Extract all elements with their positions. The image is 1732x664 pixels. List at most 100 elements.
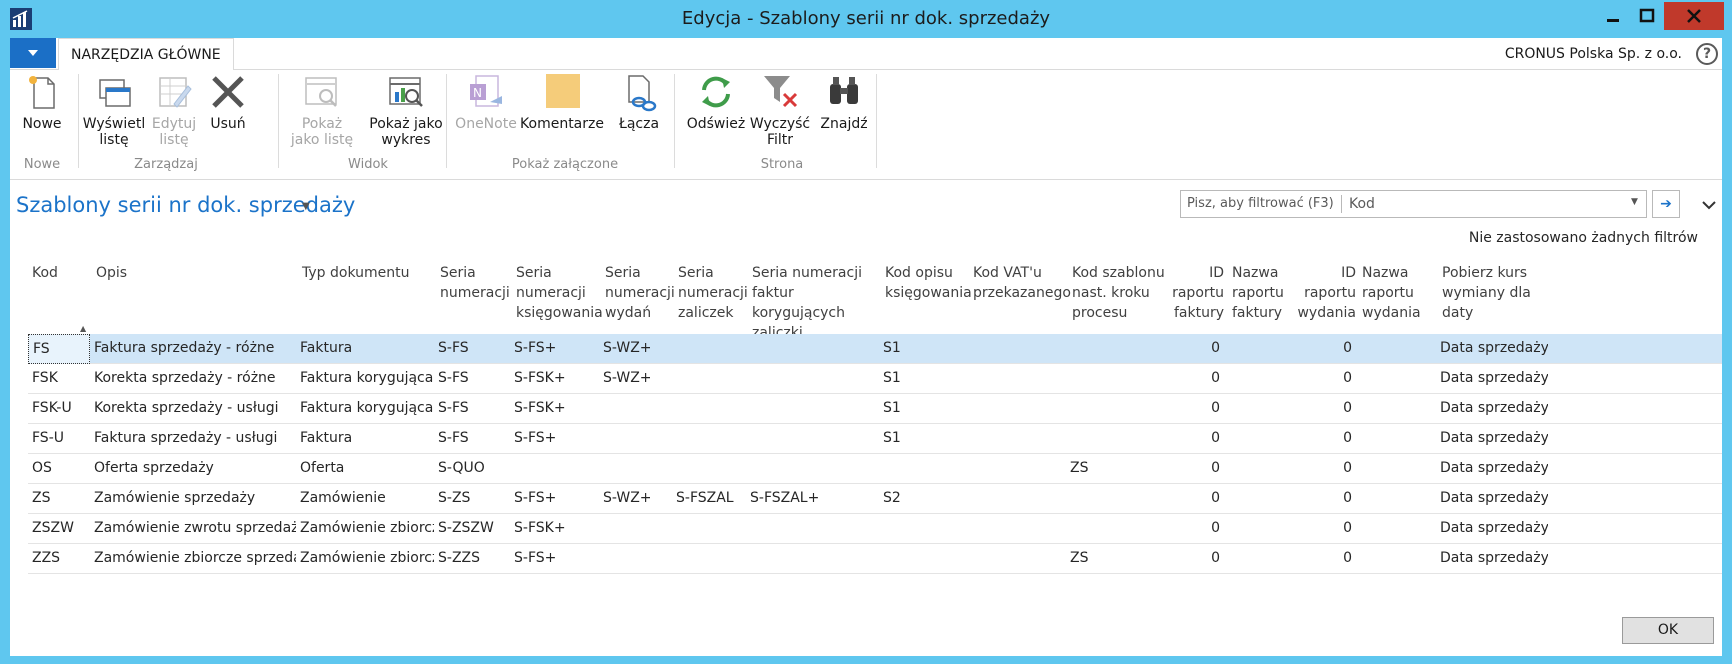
table-cell[interactable]: S-FSK+	[512, 514, 599, 544]
table-cell[interactable]	[881, 544, 967, 574]
table-cell[interactable]	[881, 514, 967, 544]
table-cell[interactable]	[748, 424, 879, 454]
table-cell[interactable]: S1	[881, 424, 967, 454]
table-cell[interactable]: 0	[1298, 484, 1352, 514]
table-row[interactable]: FSK Korekta sprzedaży - różne Faktura kory…	[28, 364, 1722, 394]
table-cell[interactable]: S2	[881, 484, 967, 514]
filter-input[interactable]: Pisz, aby filtrować (F3)	[1187, 196, 1334, 211]
edit-list-button[interactable]: Edytuj listę	[146, 72, 202, 148]
table-cell[interactable]: Zamówienie sprzedaży	[92, 484, 296, 514]
table-cell[interactable]: Zamówienie zbiorcze	[298, 544, 434, 574]
table-cell[interactable]: 0	[1298, 454, 1352, 484]
table-cell[interactable]	[1068, 364, 1166, 394]
table-cell[interactable]	[969, 514, 1066, 544]
table-row[interactable]: OS Oferta sprzedaży Oferta S-QUO ZS 0 0 Data sp…	[28, 454, 1722, 484]
table-cell[interactable]	[674, 544, 746, 574]
chevron-down-icon[interactable]: ▼	[302, 201, 310, 212]
table-cell[interactable]: ZS	[1068, 544, 1166, 574]
table-cell[interactable]: S-ZSZW	[436, 514, 510, 544]
table-cell[interactable]: S-FSK+	[512, 364, 599, 394]
table-cell[interactable]	[969, 334, 1066, 364]
table-cell[interactable]	[601, 394, 672, 424]
tab-home[interactable]: NARZĘDZIA GŁÓWNE	[58, 38, 234, 71]
table-cell[interactable]	[674, 394, 746, 424]
table-cell[interactable]: ZSZW	[28, 514, 90, 544]
table-cell[interactable]: FS-U	[28, 424, 90, 454]
table-cell[interactable]: Zamówienie	[298, 484, 434, 514]
application-menu-button[interactable]	[10, 38, 56, 68]
table-cell[interactable]: 0	[1168, 514, 1220, 544]
table-cell[interactable]: 0	[1298, 544, 1352, 574]
table-cell[interactable]: Faktura sprzedaży - usługi	[92, 424, 296, 454]
table-cell[interactable]	[1228, 544, 1296, 574]
table-cell[interactable]: FSK-U	[28, 394, 90, 424]
table-cell[interactable]: 0	[1168, 364, 1220, 394]
table-cell[interactable]	[1068, 394, 1166, 424]
table-cell[interactable]	[969, 364, 1066, 394]
table-cell[interactable]	[674, 364, 746, 394]
table-cell[interactable]: S1	[881, 394, 967, 424]
table-cell[interactable]: S-FS+	[512, 484, 599, 514]
table-cell[interactable]: S-FSK+	[512, 394, 599, 424]
table-cell[interactable]	[969, 394, 1066, 424]
table-cell[interactable]: 0	[1298, 424, 1352, 454]
table-cell[interactable]: Data sprzedaży	[1438, 424, 1548, 454]
table-cell[interactable]	[601, 514, 672, 544]
table-cell[interactable]: OS	[28, 454, 90, 484]
table-cell[interactable]: Data sprzedaży	[1438, 394, 1548, 424]
table-cell[interactable]: 0	[1168, 454, 1220, 484]
table-cell[interactable]	[969, 454, 1066, 484]
table-cell[interactable]: ZZS	[28, 544, 90, 574]
table-cell[interactable]	[1228, 334, 1296, 364]
table-cell[interactable]: FS	[28, 334, 90, 364]
table-cell[interactable]: 0	[1298, 394, 1352, 424]
table-cell[interactable]: Korekta sprzedaży - różne	[92, 364, 296, 394]
table-cell[interactable]: 0	[1168, 394, 1220, 424]
table-cell[interactable]: S1	[881, 334, 967, 364]
company-name[interactable]: CRONUS Polska Sp. z o.o.	[1505, 46, 1682, 62]
table-cell[interactable]	[601, 454, 672, 484]
maximize-button[interactable]	[1630, 2, 1664, 30]
table-cell[interactable]: Data sprzedaży	[1438, 364, 1548, 394]
table-cell[interactable]: Data sprzedaży	[1438, 514, 1548, 544]
find-button[interactable]: Znajdź	[818, 72, 870, 132]
table-cell[interactable]	[1358, 454, 1436, 484]
table-cell[interactable]	[512, 454, 599, 484]
table-cell[interactable]: S-FS+	[512, 424, 599, 454]
table-cell[interactable]	[1358, 364, 1436, 394]
table-cell[interactable]	[1228, 454, 1296, 484]
table-cell[interactable]: S-FS+	[512, 334, 599, 364]
table-cell[interactable]	[1228, 364, 1296, 394]
table-cell[interactable]	[1068, 334, 1166, 364]
table-cell[interactable]: S-FSZAL+	[748, 484, 879, 514]
table-cell[interactable]: 0	[1298, 364, 1352, 394]
table-row[interactable]: ZZS Zamówienie zbiorcze sprzedaży Zamówien…	[28, 544, 1722, 574]
table-cell[interactable]	[969, 424, 1066, 454]
table-cell[interactable]: S1	[881, 364, 967, 394]
table-cell[interactable]	[601, 424, 672, 454]
collapse-chevron-icon[interactable]	[1702, 198, 1716, 214]
table-cell[interactable]	[1358, 334, 1436, 364]
table-cell[interactable]	[1068, 424, 1166, 454]
table-cell[interactable]: S-FS	[436, 334, 510, 364]
table-cell[interactable]: S-WZ+	[601, 334, 672, 364]
delete-button[interactable]: Usuń	[204, 72, 252, 132]
onenote-button[interactable]: N OneNote	[454, 72, 518, 132]
table-cell[interactable]: Data sprzedaży	[1438, 544, 1548, 574]
close-button[interactable]	[1664, 2, 1724, 30]
table-cell[interactable]: Oferta	[298, 454, 434, 484]
table-cell[interactable]	[748, 454, 879, 484]
table-cell[interactable]	[674, 334, 746, 364]
show-as-list-button[interactable]: Pokaż jako listę	[286, 72, 358, 148]
table-cell[interactable]: ZS	[28, 484, 90, 514]
table-row[interactable]: ZS Zamówienie sprzedaży Zamówienie S-ZS S-FS…	[28, 484, 1722, 514]
table-cell[interactable]	[1358, 544, 1436, 574]
table-row[interactable]: FSK-U Korekta sprzedaży - usługi Faktura k…	[28, 394, 1722, 424]
table-cell[interactable]	[674, 424, 746, 454]
table-cell[interactable]: S-FS	[436, 394, 510, 424]
table-cell[interactable]: ZS	[1068, 454, 1166, 484]
comments-button[interactable]: Komentarze	[520, 72, 604, 132]
table-cell[interactable]	[969, 544, 1066, 574]
table-cell[interactable]	[1358, 484, 1436, 514]
table-cell[interactable]: Faktura korygująca	[298, 394, 434, 424]
